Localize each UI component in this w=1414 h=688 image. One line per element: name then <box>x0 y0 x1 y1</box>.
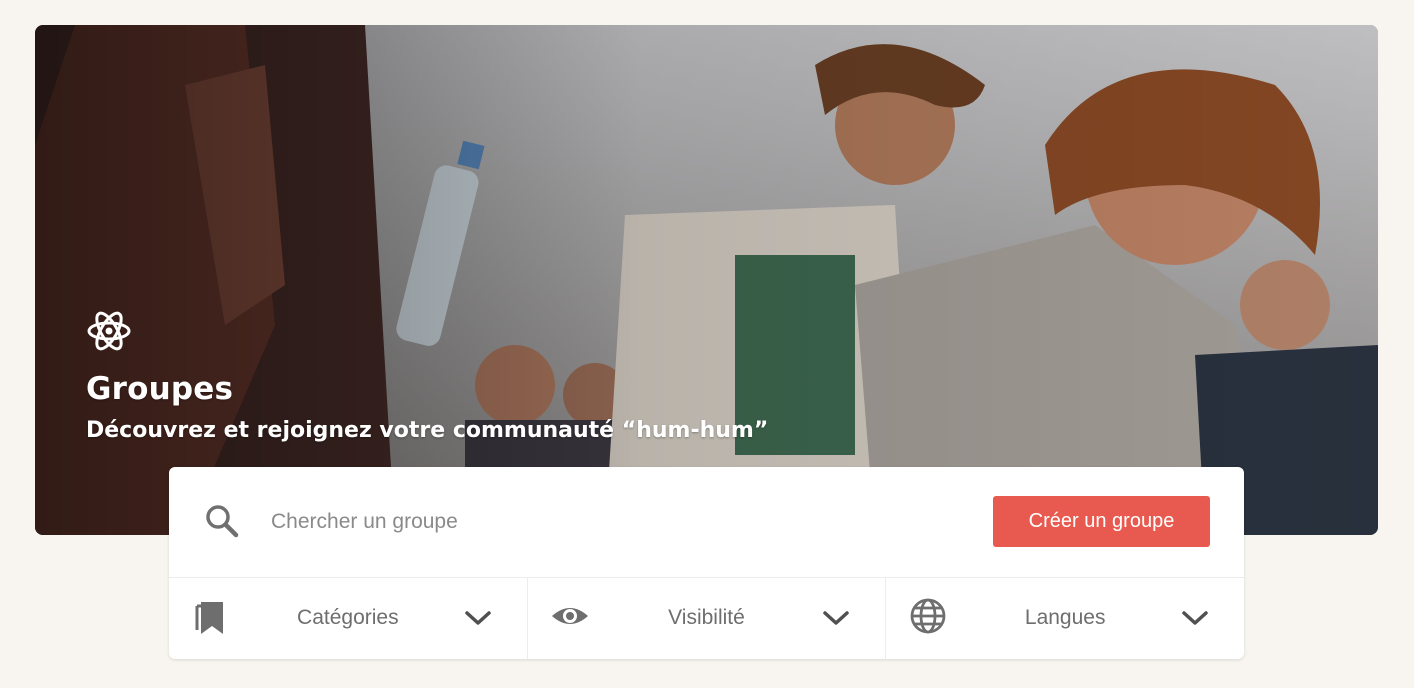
chevron-down-icon <box>464 611 491 625</box>
chevron-down-icon <box>1182 611 1208 625</box>
create-group-button[interactable]: Créer un groupe <box>993 496 1210 547</box>
filter-categories[interactable]: Catégories <box>169 578 528 659</box>
chevron-down-icon <box>823 611 850 625</box>
filter-visibility[interactable]: Visibilité <box>528 578 887 659</box>
search-input[interactable] <box>269 497 873 547</box>
atom-icon <box>87 311 131 351</box>
search-icon <box>206 505 239 538</box>
search-panel: Créer un groupe Catégories Visibilité <box>169 467 1244 659</box>
page-title: Groupes <box>86 371 234 407</box>
hero-banner: Groupes Découvrez et rejoignez votre com… <box>35 25 1378 535</box>
filter-bar: Catégories Visibilité Langues <box>169 578 1244 659</box>
hero-photo <box>35 25 1378 535</box>
page-subtitle: Découvrez et rejoignez votre communauté … <box>86 418 769 443</box>
filter-languages[interactable]: Langues <box>886 578 1244 659</box>
search-row: Créer un groupe <box>169 467 1244 578</box>
